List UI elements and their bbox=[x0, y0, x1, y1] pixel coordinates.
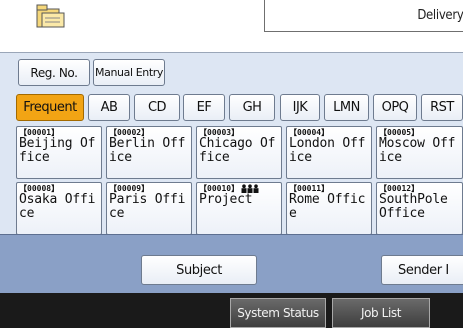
entry-name-line2: fice bbox=[199, 150, 230, 165]
address-entry-paris[interactable]: 【00009】 Paris Offi ce bbox=[106, 182, 192, 235]
tab-gh[interactable]: GH bbox=[229, 94, 275, 121]
entry-name-line1: London Off bbox=[289, 136, 366, 151]
divider bbox=[0, 52, 463, 53]
entry-name-line1: Moscow Off bbox=[379, 136, 456, 151]
entry-name-line1: Rome Offic bbox=[289, 192, 366, 207]
system-status-button[interactable]: System Status bbox=[230, 298, 326, 328]
tab-opq[interactable]: OPQ bbox=[373, 94, 417, 121]
reg-no-button[interactable]: Reg. No. bbox=[18, 59, 90, 86]
entry-name-line1: Osaka Offi bbox=[19, 192, 96, 207]
header-area: Delivery S bbox=[0, 0, 463, 52]
tab-ef[interactable]: EF bbox=[183, 94, 225, 121]
entry-name-line1: Project bbox=[199, 192, 253, 207]
entry-name-line1: SouthPole bbox=[379, 192, 448, 207]
entry-name-line1: Chicago Of bbox=[199, 136, 276, 151]
address-entry-chicago[interactable]: 【00003】 Chicago Of fice bbox=[196, 126, 282, 179]
folder-icon bbox=[36, 4, 65, 28]
delivery-field[interactable]: Delivery S bbox=[264, 0, 463, 32]
manual-entry-button[interactable]: Manual Entry bbox=[93, 59, 165, 86]
tab-rst[interactable]: RST bbox=[421, 94, 463, 121]
address-entry-osaka[interactable]: 【00008】 Osaka Offi ce bbox=[16, 182, 102, 235]
job-list-button[interactable]: Job List bbox=[332, 298, 430, 328]
tab-frequent[interactable]: Frequent bbox=[16, 94, 84, 121]
address-entry-project[interactable]: 【00010】 Project bbox=[196, 182, 282, 235]
entry-name-line2: Office bbox=[379, 206, 425, 221]
address-entry-rome[interactable]: 【00011】 Rome Offic e bbox=[286, 182, 372, 235]
tab-cd[interactable]: CD bbox=[134, 94, 180, 121]
entry-name-line2: ce bbox=[109, 206, 125, 221]
tab-ijk[interactable]: IJK bbox=[280, 94, 320, 121]
entry-name-line2: ice bbox=[109, 150, 132, 165]
entry-name-line2: fice bbox=[19, 150, 50, 165]
tab-ab[interactable]: AB bbox=[88, 94, 130, 121]
subject-button[interactable]: Subject bbox=[141, 255, 257, 285]
entry-name-line2: ce bbox=[19, 206, 35, 221]
entry-name-line2: e bbox=[289, 206, 297, 221]
sender-button[interactable]: Sender I bbox=[381, 255, 463, 285]
entry-name-line1: Berlin Off bbox=[109, 136, 186, 151]
entry-name-line2: ice bbox=[289, 150, 312, 165]
entry-name-line2: ice bbox=[379, 150, 402, 165]
entry-name-line1: Paris Offi bbox=[109, 192, 186, 207]
address-entry-berlin[interactable]: 【00002】 Berlin Off ice bbox=[106, 126, 192, 179]
address-entry-beijing[interactable]: 【00001】 Beijing Of fice bbox=[16, 126, 102, 179]
address-entry-southpole[interactable]: 【00012】 SouthPole Office bbox=[376, 182, 463, 235]
address-entry-moscow[interactable]: 【00005】 Moscow Off ice bbox=[376, 126, 463, 179]
entry-name-line1: Beijing Of bbox=[19, 136, 96, 151]
address-entry-london[interactable]: 【00004】 London Off ice bbox=[286, 126, 372, 179]
tab-lmn[interactable]: LMN bbox=[324, 94, 369, 121]
